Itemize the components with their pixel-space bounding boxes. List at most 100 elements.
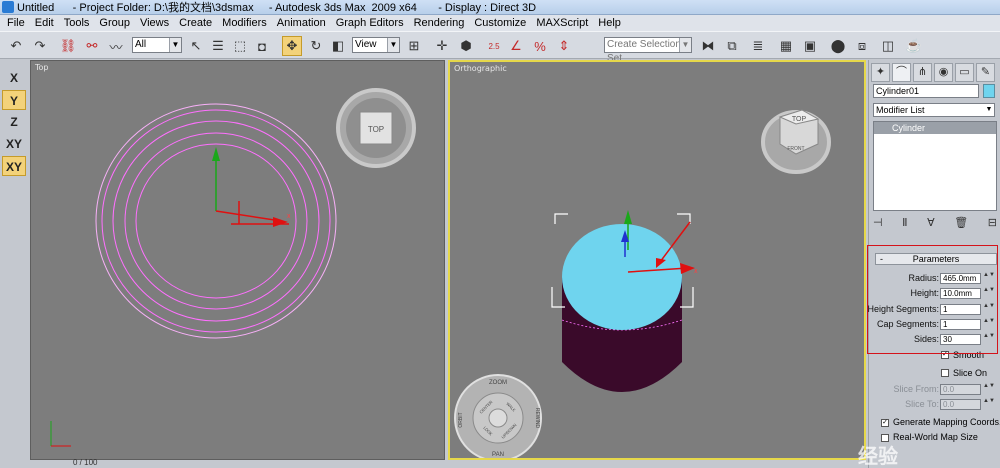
menu-maxscript[interactable]: MAXScript <box>531 17 593 29</box>
axis-xy-cycle-button[interactable]: XY <box>2 156 26 176</box>
coord-system-dropdown[interactable]: View ▼ <box>352 37 400 53</box>
top-viewport[interactable]: Top x TOP <box>30 60 445 460</box>
modifier-stack[interactable]: Cylinder <box>873 121 997 211</box>
undo-icon[interactable]: ↶ <box>6 36 26 56</box>
gen-mapping-checkbox[interactable]: ✓ <box>881 419 889 427</box>
object-name-field[interactable]: Cylinder01 <box>873 84 979 98</box>
select-link-icon[interactable]: ⛓ <box>58 36 78 56</box>
menu-help[interactable]: Help <box>593 17 626 29</box>
window-crossing-icon[interactable]: ◘ <box>252 36 272 56</box>
modify-tab-icon[interactable]: ⌒ <box>892 63 911 82</box>
height-input[interactable]: 10.0mm <box>940 288 981 299</box>
height-segments-spinner-icon[interactable]: ▲▼ <box>983 303 995 315</box>
spinner-snap-icon[interactable]: ⇕ <box>554 36 574 56</box>
menu-customize[interactable]: Customize <box>469 17 531 29</box>
select-manipulate-icon[interactable]: ✛ <box>432 36 452 56</box>
axis-x-button[interactable]: X <box>2 68 26 88</box>
select-move-icon[interactable]: ✥ <box>282 36 302 56</box>
axis-constraints-bar: X Y Z XY XY <box>0 60 28 468</box>
orthographic-viewport[interactable]: Orthographic x TOP FRONT ZOOM PAN ORBIT … <box>448 60 866 460</box>
menu-rendering[interactable]: Rendering <box>409 17 470 29</box>
sides-spinner-icon[interactable]: ▲▼ <box>983 333 995 345</box>
menu-group[interactable]: Group <box>94 17 135 29</box>
wheel-pan[interactable]: PAN <box>492 452 504 458</box>
axis-y-button[interactable]: Y <box>2 90 26 110</box>
rect-selection-icon[interactable]: ⬚ <box>230 36 250 56</box>
slice-from-row: Slice From: 0.0 ▲▼ <box>869 383 1000 396</box>
height-spinner-icon[interactable]: ▲▼ <box>983 287 995 299</box>
menu-edit[interactable]: Edit <box>30 17 59 29</box>
select-scale-icon[interactable]: ◧ <box>328 36 348 56</box>
select-rotate-icon[interactable]: ↻ <box>306 36 326 56</box>
pivot-center-icon[interactable]: ⊞ <box>404 36 424 56</box>
steering-wheel[interactable] <box>454 374 542 458</box>
hierarchy-tab-icon[interactable]: ⋔ <box>913 63 932 82</box>
named-selection-dropdown[interactable]: Create Selection Set ▼ <box>604 37 692 64</box>
sides-row: Sides: 30 ▲▼ <box>869 333 1000 346</box>
axis-z-button[interactable]: Z <box>2 112 26 132</box>
cap-segments-spinner-icon[interactable]: ▲▼ <box>983 318 995 330</box>
menu-animation[interactable]: Animation <box>272 17 331 29</box>
percent-snap-icon[interactable]: % <box>530 36 550 56</box>
selection-filter-dropdown[interactable]: All ▼ <box>132 37 182 53</box>
select-object-icon[interactable]: ↖ <box>186 36 206 56</box>
select-by-name-icon[interactable]: ☰ <box>208 36 228 56</box>
render-teapot-icon[interactable]: ☕ <box>904 36 924 56</box>
object-color-swatch[interactable] <box>983 84 995 98</box>
mirror-icon[interactable]: ⧓ <box>698 36 718 56</box>
utilities-tab-icon[interactable]: ✎ <box>976 63 995 82</box>
snaps-toggle-icon[interactable]: 2.5 <box>484 36 504 56</box>
sides-input[interactable]: 30 <box>940 334 981 345</box>
remove-modifier-icon[interactable]: 🗑 <box>954 216 968 232</box>
render-setup-icon[interactable]: ⧈ <box>852 36 872 56</box>
modifier-list-dropdown[interactable]: Modifier List ▼ <box>873 103 995 117</box>
title-bar: Untitled - Project Folder: D:\我的文档\3dsma… <box>0 0 1000 15</box>
slice-from-spinner-icon[interactable]: ▲▼ <box>983 383 995 395</box>
height-segments-label: Height Segments: <box>867 304 939 314</box>
wheel-zoom[interactable]: ZOOM <box>489 380 507 386</box>
axis-xy-button[interactable]: XY <box>2 134 26 154</box>
smooth-checkbox[interactable]: ✓ <box>941 351 949 359</box>
configure-sets-icon[interactable]: ⊟ <box>988 216 997 232</box>
command-panel: ✦ ⌒ ⋔ ◉ ▭ ✎ Cylinder01 Modifier List ▼ C… <box>867 60 1000 468</box>
layer-manager-icon[interactable]: ≣ <box>748 36 768 56</box>
display-tab-icon[interactable]: ▭ <box>955 63 974 82</box>
keyboard-shortcut-icon[interactable]: ⬢ <box>456 36 476 56</box>
show-end-result-icon[interactable]: Ⅱ <box>902 216 907 232</box>
slice-on-checkbox[interactable] <box>941 369 949 377</box>
cap-segments-input[interactable]: 1 <box>940 319 981 330</box>
rendered-frame-icon[interactable]: ◫ <box>878 36 898 56</box>
wheel-rewind[interactable]: REWIND <box>534 408 540 429</box>
menu-tools[interactable]: Tools <box>59 17 95 29</box>
transform-gizmo-top[interactable] <box>212 147 289 227</box>
viewcube-front-face: FRONT <box>787 146 804 152</box>
slice-from-input[interactable]: 0.0 <box>940 384 981 395</box>
parameters-rollout-header[interactable]: - Parameters <box>875 253 997 265</box>
menu-views[interactable]: Views <box>135 17 174 29</box>
time-slider[interactable]: 0 / 100 <box>28 458 868 468</box>
make-unique-icon[interactable]: ∀ <box>927 216 935 232</box>
bind-space-warp-icon[interactable]: 〰 <box>106 36 126 56</box>
redo-icon[interactable]: ↷ <box>30 36 50 56</box>
create-tab-icon[interactable]: ✦ <box>871 63 890 82</box>
radius-input[interactable]: 465.0mm <box>940 273 981 284</box>
motion-tab-icon[interactable]: ◉ <box>934 63 953 82</box>
time-slider-status: 0 / 100 <box>73 458 98 467</box>
menu-file[interactable]: File <box>2 17 30 29</box>
stack-item-cylinder[interactable]: Cylinder <box>874 122 996 134</box>
menu-graph-editors[interactable]: Graph Editors <box>331 17 409 29</box>
slice-to-spinner-icon[interactable]: ▲▼ <box>983 398 995 410</box>
wheel-orbit[interactable]: ORBIT <box>458 412 464 427</box>
align-icon[interactable]: ⧉ <box>722 36 742 56</box>
schematic-view-icon[interactable]: ▣ <box>800 36 820 56</box>
unlink-icon[interactable]: ⚯ <box>82 36 102 56</box>
pin-stack-icon[interactable]: ⊣ <box>873 216 883 232</box>
menu-create[interactable]: Create <box>174 17 217 29</box>
height-segments-input[interactable]: 1 <box>940 304 981 315</box>
curve-editor-icon[interactable]: ▦ <box>776 36 796 56</box>
material-editor-icon[interactable]: ⬤ <box>828 36 848 56</box>
slice-to-input[interactable]: 0.0 <box>940 399 981 410</box>
menu-modifiers[interactable]: Modifiers <box>217 17 272 29</box>
radius-spinner-icon[interactable]: ▲▼ <box>983 272 995 284</box>
angle-snap-icon[interactable]: ∠ <box>506 36 526 56</box>
